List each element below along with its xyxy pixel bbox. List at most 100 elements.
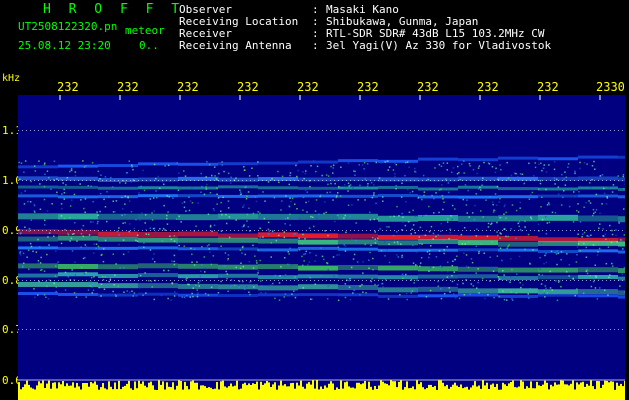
grid-dot [550,230,551,231]
noise-speck [355,239,357,241]
grid-dot [462,280,463,281]
grid-dot [46,130,47,131]
grid-dot [362,180,363,181]
signal-band [258,194,298,198]
noise-speck [574,294,576,297]
level-bar [500,389,502,400]
noise-speck [238,286,240,288]
noise-speck [547,216,549,218]
grid-dot [598,130,599,131]
level-bar [598,381,600,400]
grid-dot [450,180,451,181]
noise-speck [416,279,418,282]
grid-dot [610,280,611,281]
signal-band [418,187,458,191]
noise-speck [149,227,151,229]
level-bar [484,385,486,400]
noise-speck [344,245,347,247]
grid-dot [202,180,203,181]
noise-speck [189,200,192,202]
noise-speck [401,212,403,215]
noise-speck [579,161,581,164]
noise-speck [173,263,176,266]
grid-dot [186,329,187,330]
grid-dot [90,230,91,231]
signal-band [378,234,418,240]
noise-speck [496,231,498,233]
level-bar [460,384,462,400]
noise-speck [284,274,286,277]
grid-dot [298,230,299,231]
noise-speck [387,160,389,162]
noise-speck [357,199,359,201]
noise-speck [502,270,504,272]
noise-speck [555,253,558,255]
noise-speck [62,182,64,184]
noise-speck [428,230,431,233]
grid-dot [510,280,511,281]
level-bar [94,381,96,400]
noise-speck [326,191,328,194]
noise-speck [524,248,526,251]
grid-dot [174,329,175,330]
noise-speck [208,244,210,246]
noise-speck [546,292,549,294]
grid-dot [322,329,323,330]
grid-dot [274,180,275,181]
level-bar [518,386,520,400]
grid-dot [18,180,19,181]
noise-speck [314,210,317,212]
noise-speck [545,252,547,255]
noise-speck [493,209,495,211]
grid-dot [446,130,447,131]
grid-dot [398,280,399,281]
noise-speck [577,211,580,213]
noise-speck [516,176,519,178]
level-bar [568,385,570,400]
grid-dot [438,180,439,181]
grid-dot [110,230,111,231]
noise-speck [243,204,245,207]
noise-speck [472,168,475,171]
grid-dot [274,280,275,281]
noise-speck [308,275,310,277]
noise-speck [101,164,103,166]
signal-band [18,229,58,235]
noise-speck [374,242,377,244]
noise-speck [174,291,176,293]
grid-dot [250,130,251,131]
noise-speck [230,285,232,288]
grid-dot [94,329,95,330]
level-bar [116,389,118,400]
noise-speck [161,181,164,183]
noise-speck [373,192,375,194]
noise-speck [97,245,100,248]
noise-speck [502,290,504,292]
grid-dot [614,280,615,281]
signal-band [218,237,258,243]
level-bar [622,386,624,400]
noise-speck [396,254,398,256]
level-bar [368,381,370,400]
level-bar [574,389,576,400]
signal-band [18,281,58,287]
noise-speck [483,252,485,254]
noise-speck [30,245,33,248]
level-bar [374,386,376,400]
grid-dot [202,329,203,330]
noise-speck [245,198,248,200]
noise-speck [344,250,347,252]
noise-speck [227,207,230,209]
grid-dot [534,329,535,330]
grid-dot [566,130,567,131]
noise-speck [466,212,468,214]
noise-speck [191,292,193,295]
grid-dot [38,180,39,181]
grid-dot [538,280,539,281]
grid-dot [230,280,231,281]
noise-speck [336,195,338,197]
noise-speck [347,190,349,192]
noise-speck [177,189,180,192]
noise-speck [440,230,442,232]
noise-speck [515,237,517,240]
